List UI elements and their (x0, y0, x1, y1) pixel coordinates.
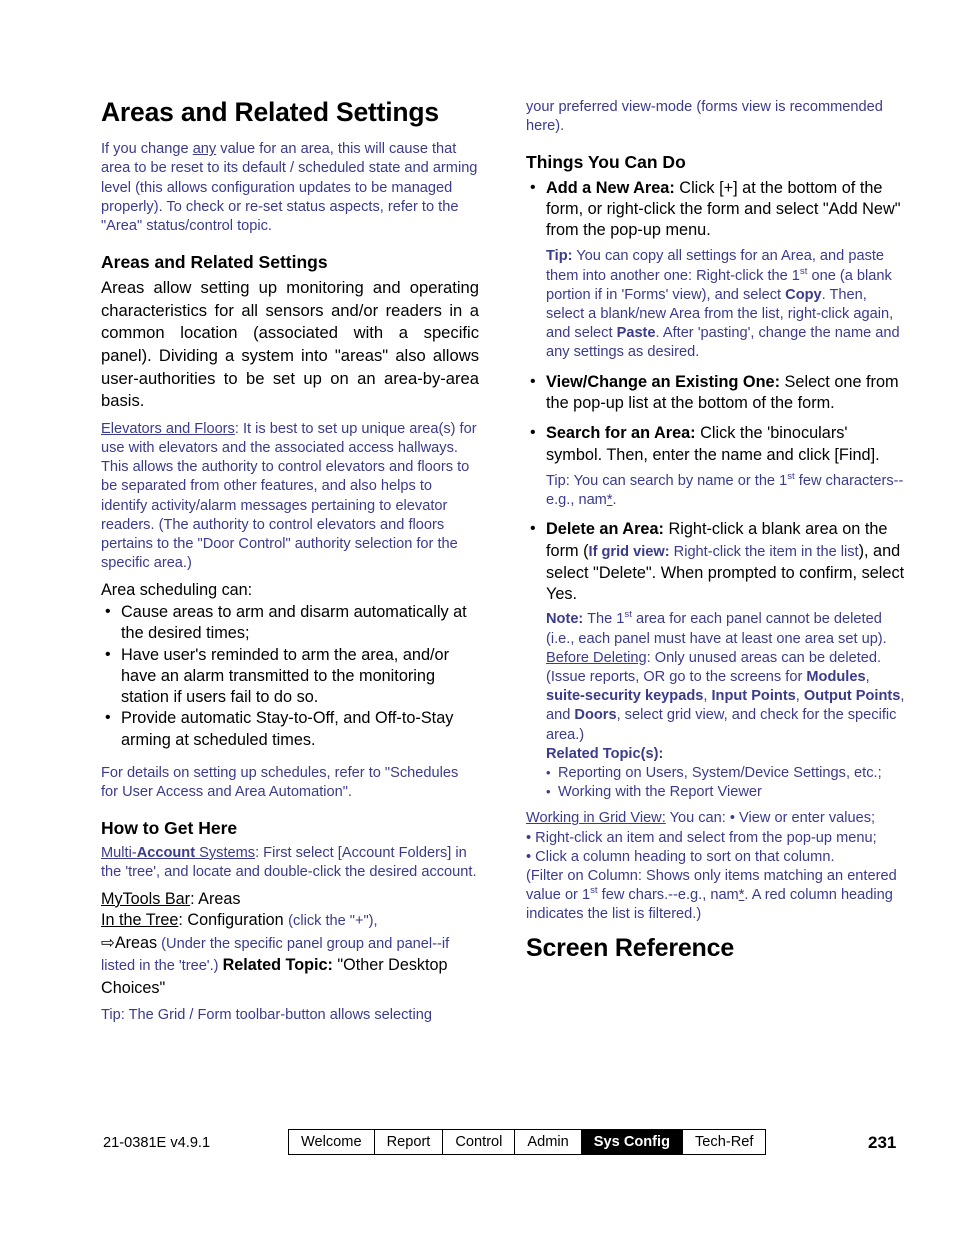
multi-account-label: Multi-Account Systems (101, 845, 255, 861)
search-tip: Tip: You can search by name or the 1st f… (526, 472, 906, 510)
footer-navigation-bar[interactable]: Welcome Report Control Admin Sys Config … (288, 1129, 767, 1155)
mytools-bar-label: MyTools Bar (101, 889, 191, 908)
grid-form-tip: Tip: The Grid / Form toolbar-button allo… (101, 1007, 432, 1024)
in-the-tree-value: : Configuration (178, 911, 289, 930)
tip-label: Tip: (546, 248, 573, 265)
list-item-add-new-area: Add a New Area: Click [+] at the bottom … (526, 177, 906, 242)
grid-view-label: Working in Grid View: (526, 810, 666, 827)
input-points-link: Input Points (711, 688, 796, 705)
note-text-1: The 1 (583, 611, 625, 628)
suite-security-keypads-link: suite-security keypads (546, 688, 704, 705)
add-new-area-tip: Tip: You can copy all settings for an Ar… (526, 247, 906, 362)
list-item: Cause areas to arm and disarm automatica… (101, 601, 479, 645)
before-deleting-block: Before Deleting: Only unused areas can b… (526, 649, 906, 745)
document-id: 21-0381E v4.9.1 (103, 1135, 211, 1151)
areas-tree-path-line: ⇨Areas (Under the specific panel group a… (101, 933, 479, 1000)
if-grid-view-text: Right-click the item in the list (669, 543, 859, 560)
nav-tab-admin[interactable]: Admin (515, 1130, 582, 1154)
grid-view-text-1: You can: • View or enter values; (665, 810, 876, 827)
multi-account-suffix: Systems (195, 844, 256, 861)
scheduling-bullet-list: Cause areas to arm and disarm automatica… (101, 601, 479, 751)
add-new-area-label: Add a New Area: (546, 178, 675, 197)
before-deleting-label: Before Deleting (546, 649, 647, 666)
list-item: Provide automatic Stay-to-Off, and Off-t… (101, 707, 479, 751)
multi-account-bold: Account (136, 844, 196, 861)
scheduling-lead-in: Area scheduling can: (101, 581, 253, 600)
document-page: Areas and Related Settings If you change… (0, 0, 954, 1235)
areas-body-paragraph: Areas allow setting up monitoring and op… (101, 278, 479, 411)
elevators-label: Elevators and Floors (101, 420, 235, 437)
nav-tab-control[interactable]: Control (443, 1130, 516, 1154)
mytools-bar-value: : Areas (190, 889, 241, 908)
nav-tab-report[interactable]: Report (374, 1130, 444, 1154)
delete-area-label: Delete an Area: (546, 520, 664, 539)
list-item-search-area: Search for an Area: Click the 'binocular… (526, 422, 906, 466)
right-column: your preferred view-mode (forms view is … (526, 98, 906, 962)
things-you-can-do-list-2: View/Change an Existing One: Select one … (526, 371, 906, 466)
search-area-label: Search for an Area: (546, 424, 696, 443)
grid-view-text-2: • Right-click an item and select from th… (526, 829, 877, 846)
working-in-grid-view-block: Working in Grid View: You can: • View or… (526, 809, 906, 924)
elevators-and-floors-paragraph: Elevators and Floors: It is best to set … (101, 420, 479, 574)
search-tip-text-3: . (612, 492, 617, 509)
list-item: Working with the Report Viewer (546, 782, 906, 802)
search-tip-superscript: st (787, 470, 795, 482)
page-number: 231 (868, 1133, 897, 1152)
note-superscript: st (624, 609, 632, 621)
view-change-label: View/Change an Existing One: (546, 372, 781, 391)
search-tip-text-1: Tip: You can search by name or the 1 (546, 472, 788, 489)
related-topic-label: Related Topic: (222, 956, 333, 975)
left-column: Areas and Related Settings If you change… (101, 97, 479, 1026)
mytools-bar-line: MyTools Bar: Areas (101, 889, 479, 911)
intro-emphasis: any (192, 141, 217, 158)
grid-view-text-5: few chars.--e.g., nam (597, 887, 739, 904)
in-the-tree-line: In the Tree: Configuration (click the "+… (101, 910, 479, 933)
continued-paragraph: your preferred view-mode (forms view is … (526, 99, 883, 135)
if-grid-view-label: If grid view: (588, 543, 670, 560)
list-item-view-change: View/Change an Existing One: Select one … (526, 371, 906, 415)
in-the-tree-hint: (click the "+"), (288, 913, 378, 930)
heading-screen-reference: Screen Reference (526, 933, 735, 962)
related-topics-label: Related Topic(s): (546, 745, 664, 762)
grid-view-superscript: st (590, 885, 598, 897)
things-you-can-do-list-3: Delete an Area: Right-click a blank area… (526, 518, 906, 605)
intro-text-1: If you change (101, 141, 193, 158)
delete-note: Note: The 1st area for each panel cannot… (526, 610, 906, 648)
multi-account-systems-paragraph: Multi-Account Systems: First select [Acc… (101, 844, 479, 882)
intro-paragraph: If you change any value for an area, thi… (101, 140, 479, 236)
in-the-tree-label: In the Tree (101, 911, 179, 930)
right-arrow-icon: ⇨ (101, 933, 115, 952)
areas-tree-node: Areas (114, 933, 158, 952)
nav-tab-tech-ref[interactable]: Tech-Ref (683, 1130, 766, 1154)
output-points-link: Output Points (803, 688, 901, 705)
modules-link: Modules (806, 669, 866, 686)
grid-view-text-3: • Click a column heading to sort on that… (526, 848, 835, 865)
multi-account-prefix: Multi- (101, 844, 137, 861)
related-topics-block: Related Topic(s): Reporting on Users, Sy… (526, 745, 906, 803)
note-label: Note: (546, 611, 584, 628)
heading-how-to-get-here: How to Get Here (101, 818, 238, 839)
page-footer: 21-0381E v4.9.1 Welcome Report Control A… (0, 1129, 954, 1161)
page-title: Areas and Related Settings (101, 97, 439, 127)
tip-paste-command: Paste (616, 325, 656, 342)
nav-tab-welcome[interactable]: Welcome (289, 1130, 375, 1154)
things-you-can-do-list: Add a New Area: Click [+] at the bottom … (526, 177, 906, 242)
schedules-reference: For details on setting up schedules, ref… (101, 765, 459, 801)
before-deleting-sep-1: , (865, 669, 870, 686)
doors-link: Doors (574, 707, 617, 724)
nav-tab-sys-config[interactable]: Sys Config (581, 1130, 684, 1154)
elevators-text: : It is best to set up unique area(s) fo… (101, 420, 477, 572)
before-deleting-sep-3: , (795, 688, 804, 705)
list-item: Have user's reminded to arm the area, an… (101, 644, 479, 709)
list-item: Reporting on Users, System/Device Settin… (546, 763, 906, 783)
heading-things-you-can-do: Things You Can Do (526, 152, 686, 173)
related-topics-list: Reporting on Users, System/Device Settin… (546, 763, 906, 802)
heading-areas-and-related-settings: Areas and Related Settings (101, 252, 328, 273)
tip-copy-command: Copy (785, 286, 822, 303)
list-item-delete-area: Delete an Area: Right-click a blank area… (526, 518, 906, 605)
